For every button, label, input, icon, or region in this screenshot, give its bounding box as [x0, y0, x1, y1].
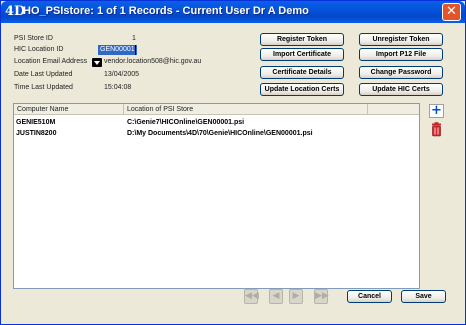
update-location-certs-button[interactable]: Update Location Certs: [260, 83, 344, 96]
psi-store-window: 4D HO_PSIstore: 1 of 1 Records - Current…: [0, 0, 466, 325]
psi-store-table[interactable]: Computer Name Location of PSI Store GENI…: [13, 103, 420, 289]
next-record-icon[interactable]: ▶: [289, 289, 303, 304]
cell-psi-location: D:\My Documents\4D\70\Genie\HICOnline\GE…: [127, 130, 313, 137]
import-p12-button[interactable]: Import P12 File: [359, 48, 443, 61]
save-button[interactable]: Save: [401, 290, 446, 303]
window-title: HO_PSIstore: 1 of 1 Records - Current Us…: [23, 5, 309, 17]
title-bar[interactable]: 4D HO_PSIstore: 1 of 1 Records - Current…: [1, 1, 465, 23]
register-token-button[interactable]: Register Token: [260, 33, 344, 46]
previous-record-icon[interactable]: ◀: [269, 289, 283, 304]
psi-store-id-value: 1: [132, 35, 136, 42]
add-row-icon[interactable]: +: [429, 104, 444, 118]
first-record-icon[interactable]: ◀◀: [244, 289, 259, 304]
form-body: PSI Store ID 1 HIC Location ID GEN00001 …: [4, 23, 462, 323]
update-hic-certs-button[interactable]: Update HIC Certs: [359, 83, 443, 96]
cell-psi-location: C:\Genie7\HICOnline\GEN00001.psi: [127, 119, 245, 126]
cancel-button[interactable]: Cancel: [347, 290, 392, 303]
column-header-location[interactable]: Location of PSI Store: [124, 104, 368, 115]
change-password-button[interactable]: Change Password: [359, 66, 443, 79]
date-last-updated-label: Date Last Updated: [14, 71, 73, 78]
cell-computer-name: GENIE510M: [16, 119, 56, 126]
cell-computer-name: JUSTIN8200: [16, 130, 57, 137]
last-record-icon[interactable]: ▶▶: [314, 289, 329, 304]
unregister-token-button[interactable]: Unregister Token: [359, 33, 443, 46]
table-row[interactable]: GENIE510M C:\Genie7\HICOnline\GEN00001.p…: [14, 117, 419, 128]
delete-trash-icon[interactable]: [429, 122, 444, 137]
time-last-updated-value: 15:04:08: [104, 84, 132, 91]
date-last-updated-value: 13/04/2005: [104, 71, 140, 78]
close-window-button[interactable]: ✕: [442, 3, 461, 21]
psi-store-id-label: PSI Store ID: [14, 35, 53, 42]
import-certificate-button[interactable]: Import Certificate: [260, 48, 344, 61]
table-header: Computer Name Location of PSI Store: [14, 104, 419, 115]
time-last-updated-label: Time Last Updated: [14, 84, 73, 91]
app-4d-icon: 4D: [5, 4, 26, 19]
text-caret: [135, 45, 136, 55]
hic-location-id-label: HIC Location ID: [14, 46, 64, 53]
location-email-label: Location Email Address: [14, 58, 88, 65]
column-header-computer[interactable]: Computer Name: [14, 104, 124, 115]
location-email-value[interactable]: vendor.location508@hic.gov.au: [104, 58, 201, 65]
table-row[interactable]: JUSTIN8200 D:\My Documents\4D\70\Genie\H…: [14, 128, 419, 139]
email-dropdown-icon[interactable]: [92, 58, 102, 67]
certificate-details-button[interactable]: Certificate Details: [260, 66, 344, 79]
hic-location-id-field[interactable]: GEN00001: [98, 45, 137, 55]
